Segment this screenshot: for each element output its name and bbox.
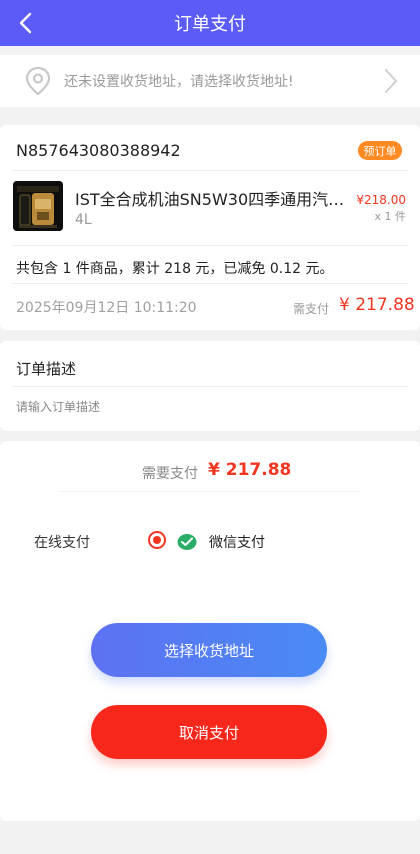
pre-order-badge: 预订单 — [358, 141, 402, 160]
chevron-right-icon — [385, 69, 397, 93]
back-button[interactable] — [12, 9, 40, 37]
address-selector[interactable]: 还未设置收货地址，请选择收货地址! — [0, 55, 420, 107]
payment-need-label: 需要支付 — [142, 466, 198, 482]
product-thumbnail[interactable] — [13, 181, 63, 231]
product-name[interactable]: IST全合成机油SN5W30四季通用汽车润滑油 — [75, 186, 351, 210]
page-title: 订单支付 — [174, 14, 246, 35]
description-input[interactable] — [16, 394, 396, 420]
order-number: N857643080388942 — [16, 141, 181, 160]
need-pay-amount: ¥ 217.88 — [339, 295, 415, 315]
payment-method-radio[interactable] — [148, 531, 166, 549]
order-summary: 共包含 1 件商品，累计 218 元，已减免 0.12 元。 — [16, 261, 334, 277]
divider — [12, 386, 408, 387]
wechat-pay-icon — [177, 534, 197, 550]
product-spec: 4L — [75, 212, 92, 228]
divider — [60, 491, 360, 492]
product-quantity: x 1 件 — [374, 210, 406, 223]
location-pin-icon — [25, 66, 51, 96]
order-time: 2025年09月12日 10:11:20 — [16, 300, 197, 316]
product-image — [13, 181, 63, 231]
payment-need-amount: ¥ 217.88 — [208, 460, 292, 480]
select-address-button[interactable]: 选择收货地址 — [91, 623, 327, 677]
divider — [12, 245, 408, 246]
chevron-left-icon — [19, 12, 32, 34]
online-payment-label: 在线支付 — [34, 535, 90, 551]
wechat-pay-label[interactable]: 微信支付 — [209, 532, 265, 552]
divider — [12, 283, 408, 284]
order-description-card: 订单描述 — [0, 341, 420, 431]
product-price: ¥218.00 — [356, 193, 406, 207]
radio-selected-dot — [153, 536, 161, 544]
description-title: 订单描述 — [16, 360, 77, 378]
address-prompt: 还未设置收货地址，请选择收货地址! — [64, 74, 294, 90]
cancel-payment-button[interactable]: 取消支付 — [91, 705, 327, 759]
divider — [12, 170, 408, 171]
need-pay-label: 需支付 — [293, 302, 330, 316]
header-bar: 订单支付 — [0, 0, 420, 46]
